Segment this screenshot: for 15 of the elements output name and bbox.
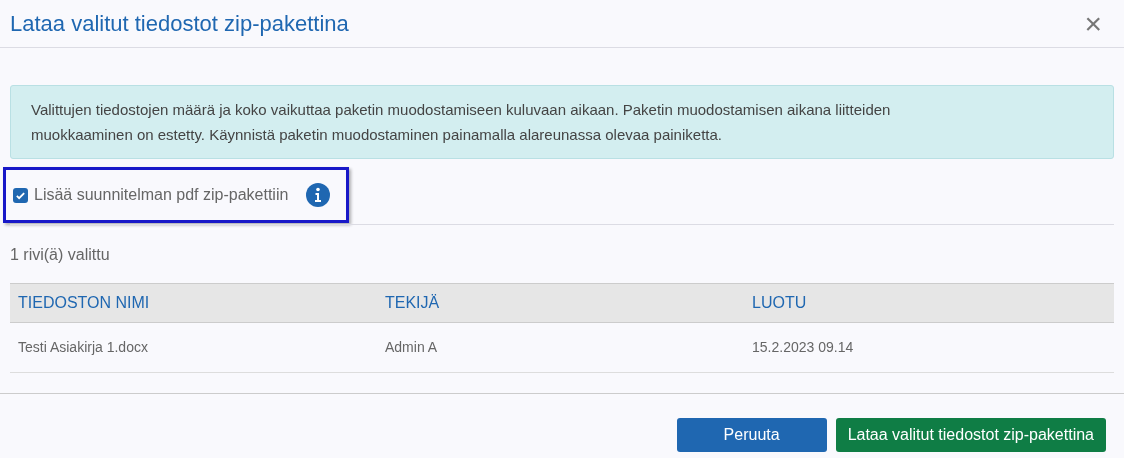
dialog-title: Lataa valitut tiedostot zip-pakettina (10, 10, 349, 38)
close-button[interactable]: × (1084, 8, 1102, 39)
info-icon[interactable] (306, 183, 331, 207)
cancel-button[interactable]: Peruuta (676, 418, 827, 452)
checkbox[interactable] (13, 187, 28, 203)
download-button[interactable]: Lataa valitut tiedostot zip-pakettina (835, 418, 1106, 452)
notice-text: Valittujen tiedostojen määrä ja koko vaikuttaa paketin muodostamiseen kuluvaan aikaan. Paketin muodostamisen aikana liitteiden muokkaaminen on estetty. Käynnistä paketin muodostaminen painamalla alareunassa olevaa painiketta. (31, 100, 892, 145)
table-cell-text: Admin A (384, 338, 439, 357)
checkbox-label: Lisää suunnitelman pdf zip-pakettiin (34, 185, 289, 205)
selection-count: 1 rivi(ä) valittu (10, 246, 110, 263)
table-cell-text: Testi Asiakirja 1.docx (17, 338, 149, 357)
column-header[interactable]: TIEDOSTON NIMI (10, 291, 377, 315)
table-cell-text: 15.2.2023 09.14 (751, 338, 855, 357)
column-header[interactable]: LUOTU (744, 291, 1114, 315)
column-header[interactable]: TEKIJÄ (377, 291, 744, 315)
